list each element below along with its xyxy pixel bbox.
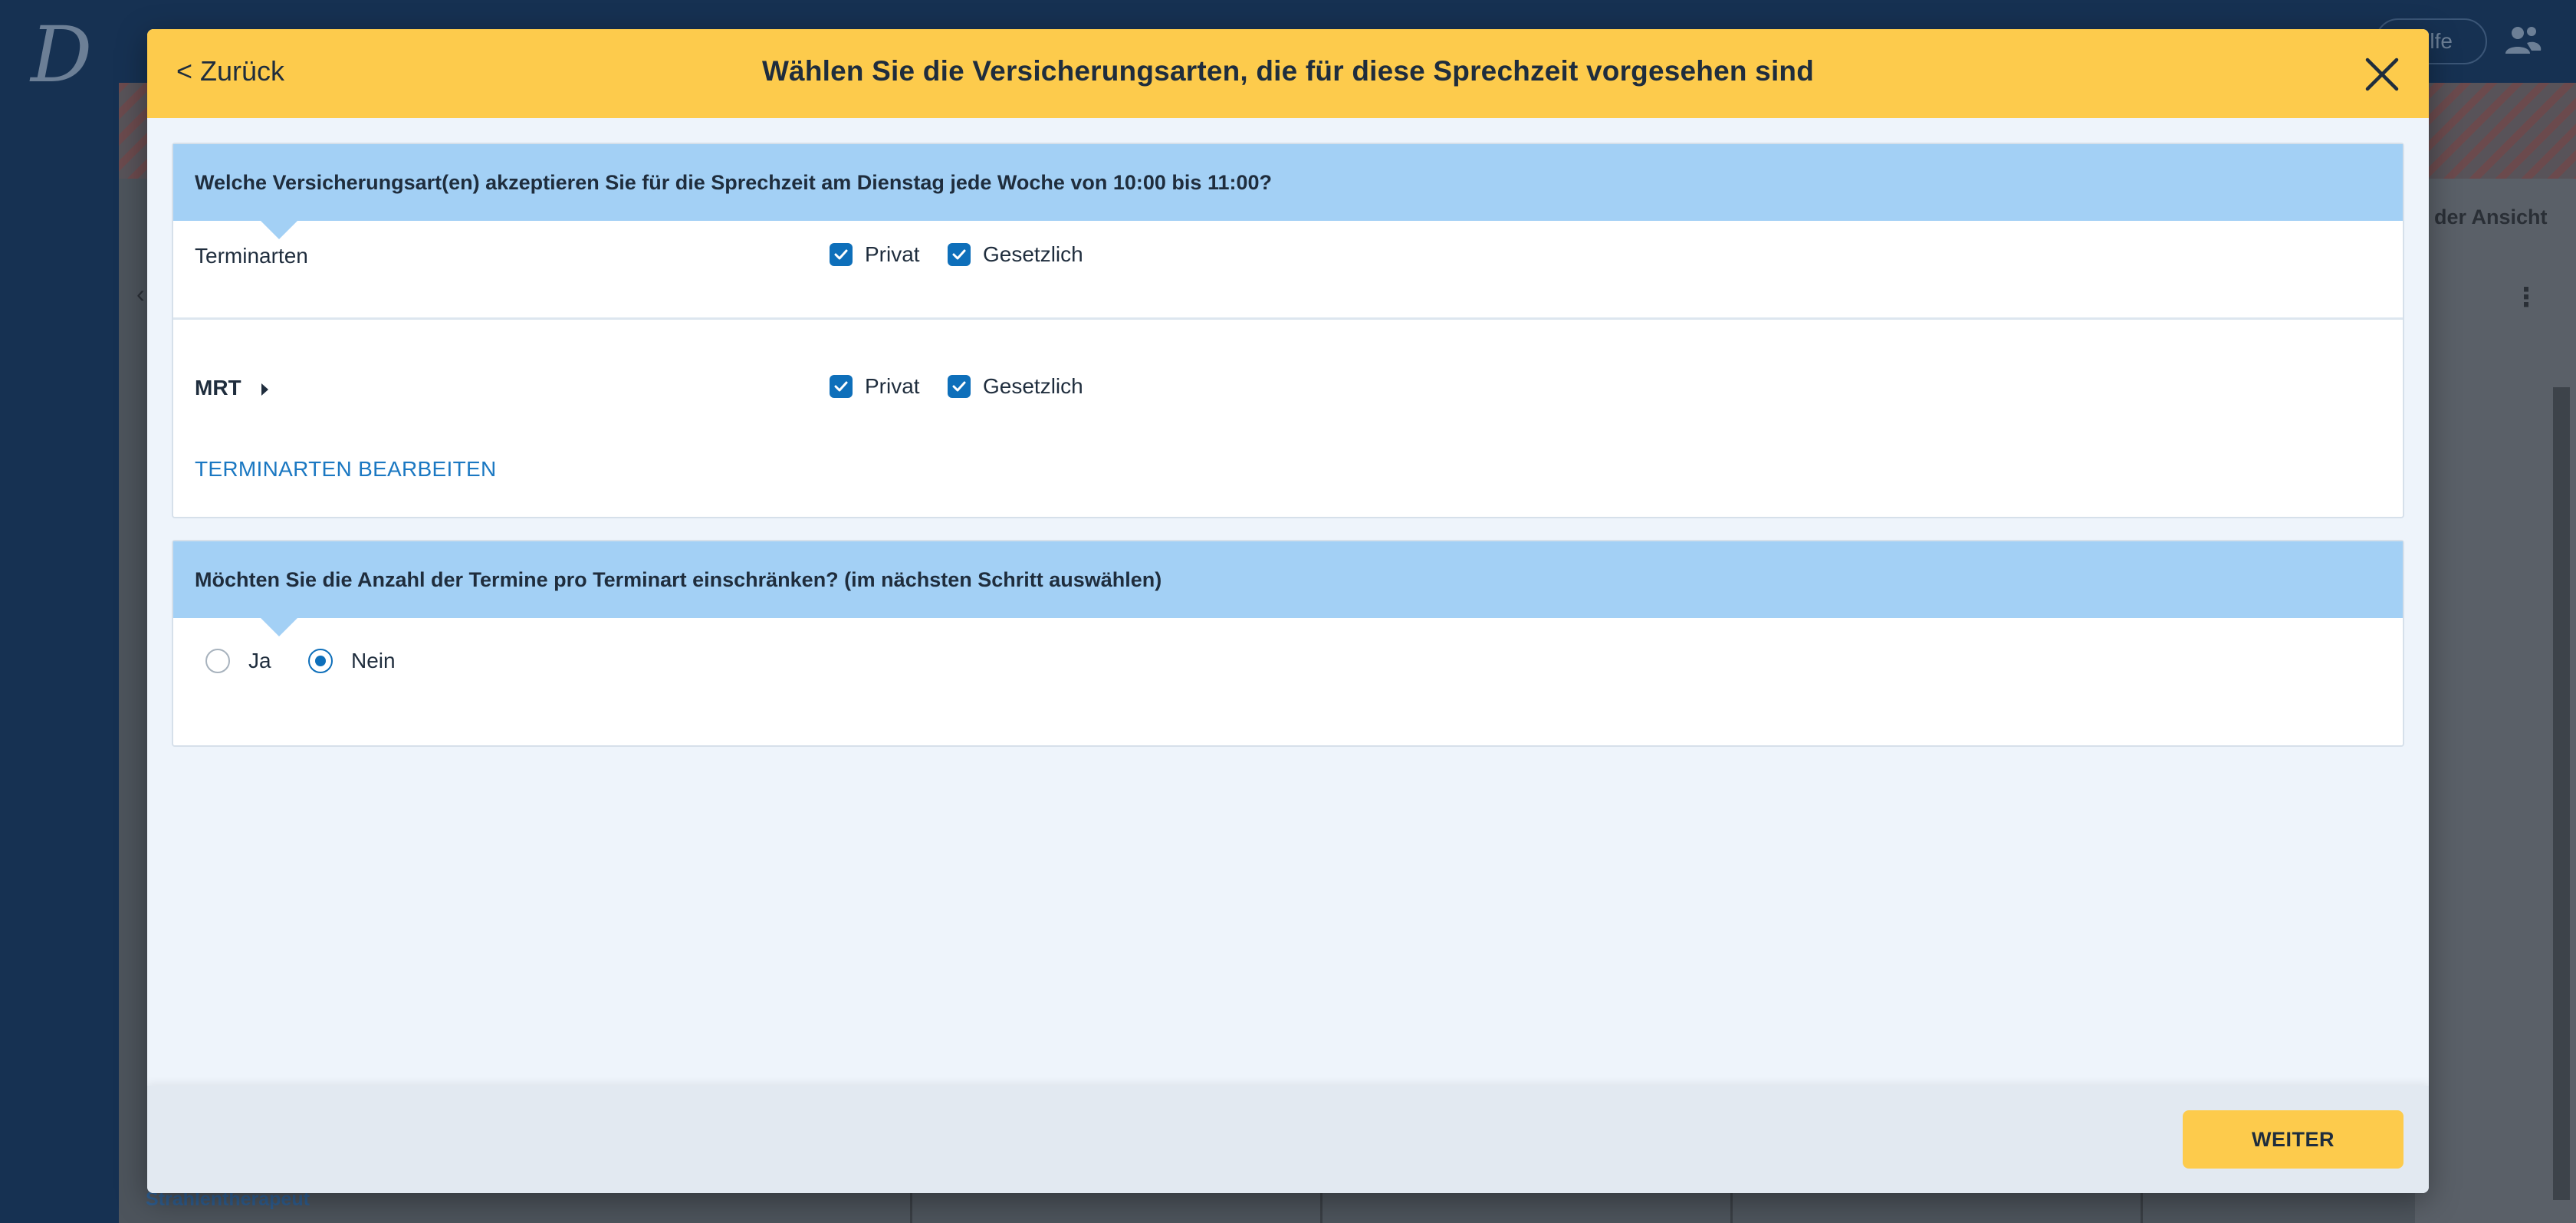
checkbox-label: Gesetzlich — [983, 242, 1083, 266]
checkbox-mrt-gesetzlich[interactable]: Gesetzlich — [948, 374, 1083, 399]
checkbox-terminarten-privat[interactable]: Privat — [830, 242, 920, 267]
right-panel — [2415, 179, 2576, 1223]
insurance-type-dialog: < Zurück Wählen Sie die Versicherungsart… — [147, 29, 2429, 1193]
dialog-footer: WEITER — [147, 1086, 2429, 1193]
checkbox-label: Gesetzlich — [983, 374, 1083, 398]
radio-label: Nein — [351, 649, 396, 672]
edit-appointment-types-link[interactable]: TERMINARTEN BEARBEITEN — [195, 457, 496, 482]
dialog-title: Wählen Sie die Versicherungsarten, die f… — [761, 55, 1815, 87]
checkbox-terminarten-gesetzlich[interactable]: Gesetzlich — [948, 242, 1083, 267]
section-divider — [173, 317, 2403, 320]
chevron-left-icon: ‹ — [136, 280, 145, 307]
next-button[interactable]: WEITER — [2183, 1110, 2404, 1169]
radio-nein[interactable]: Nein — [308, 649, 396, 673]
question-limit-appointments: Möchten Sie die Anzahl der Termine pro T… — [173, 541, 2403, 636]
radio-selected-icon — [308, 649, 333, 673]
checkbox-checked-icon — [830, 243, 853, 266]
view-label: der Ansicht — [2434, 205, 2548, 228]
question-insurance-types: Welche Versicherungsart(en) akzeptieren … — [173, 144, 2403, 239]
checkbox-mrt-privat[interactable]: Privat — [830, 374, 920, 399]
close-icon[interactable] — [2363, 55, 2401, 94]
mrt-label: MRT — [195, 376, 242, 399]
checkbox-checked-icon — [948, 375, 971, 398]
checkbox-checked-icon — [830, 375, 853, 398]
checkbox-label: Privat — [865, 242, 920, 266]
more-icon: ⋮ — [2513, 283, 2539, 312]
row-label-mrt[interactable]: MRT — [195, 376, 268, 400]
caret-right-icon — [261, 383, 268, 396]
scrollbar — [2553, 387, 2570, 1200]
dialog-header: < Zurück Wählen Sie die Versicherungsart… — [147, 29, 2429, 118]
checkbox-checked-icon — [948, 243, 971, 266]
checkbox-label: Privat — [865, 374, 920, 398]
users-icon — [2505, 27, 2542, 54]
app-logo: D — [31, 10, 93, 100]
radio-unselected-icon — [205, 649, 230, 673]
radio-ja[interactable]: Ja — [205, 649, 271, 673]
app-left-rail — [0, 0, 119, 1223]
row-label-terminarten: Terminarten — [195, 244, 308, 268]
limit-question-card: Möchten Sie die Anzahl der Termine pro T… — [172, 540, 2404, 747]
radio-label: Ja — [248, 649, 271, 672]
insurance-question-card: Welche Versicherungsart(en) akzeptieren … — [172, 143, 2404, 518]
